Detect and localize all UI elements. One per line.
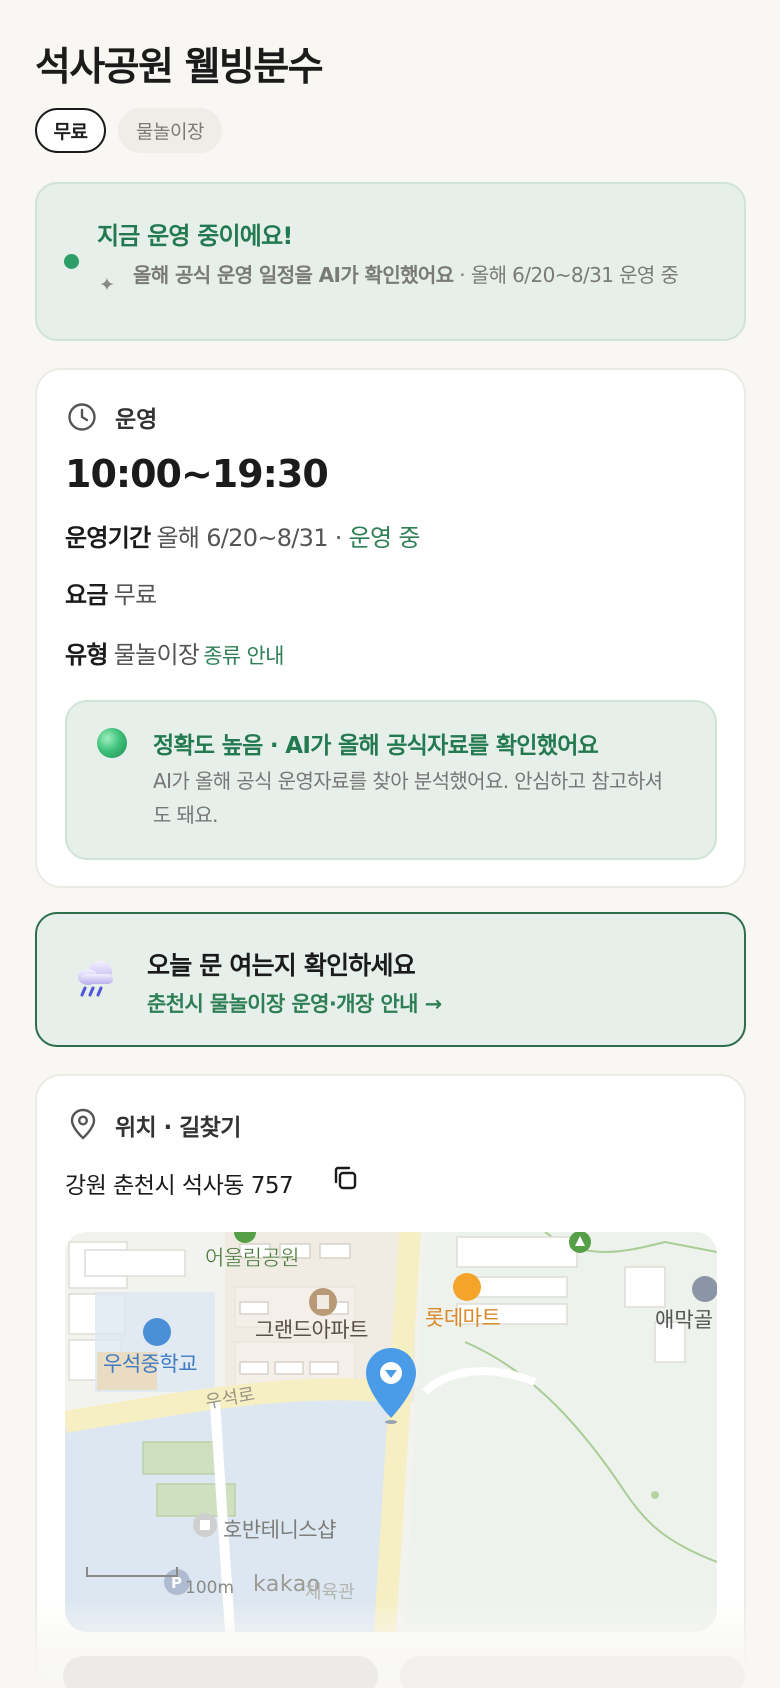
accuracy-box: 정확도 높음 · AI가 올해 공식자료를 확인했어요 AI가 올해 공식 운영…	[65, 700, 717, 860]
fee-value: 무료	[113, 581, 157, 609]
location-card: 위치 · 길찾기 강원 춘천시 석사동 757 P 어울림공원 그랜드아파트 롯…	[35, 1074, 746, 1688]
address-text: 강원 춘천시 석사동 757	[65, 1173, 294, 1199]
notice-title: 오늘 문 여는지 확인하세요	[147, 951, 416, 980]
status-sub-rest: · 올해 6/20~8/31 운영 중	[453, 263, 679, 287]
accuracy-body: AI가 올해 공식 운영자료를 찾아 분석했어요. 안심하고 참고하셔도 돼요.	[153, 769, 663, 827]
status-dot-icon	[64, 254, 79, 269]
status-card: 지금 운영 중이에요! ✦ 올해 공식 운영 일정을 AI가 확인했어요 · 올…	[35, 182, 746, 341]
notice-link[interactable]: 춘천시 물놀이장 운영·개장 안내 →	[147, 988, 442, 1018]
location-label: 위치 · 길찾기	[115, 1115, 241, 1141]
type-value: 물놀이장	[113, 641, 200, 669]
fee-chip[interactable]: 무료	[35, 108, 106, 153]
bottom-action-left[interactable]	[63, 1656, 378, 1688]
copy-icon[interactable]	[331, 1164, 359, 1192]
period-value: 올해 6/20~8/31 ·	[156, 524, 343, 552]
operation-card: 운영 10:00~19:30 운영기간 올해 6/20~8/31 · 운영 중 요…	[35, 368, 746, 888]
location-map[interactable]: P 어울림공원 그랜드아파트 롯데마트 우석중학교 우석로 호반테니스샵 애막골…	[65, 1232, 717, 1632]
status-title: 지금 운영 중이에요!	[97, 222, 293, 250]
page-title: 석사공원 웰빙분수	[35, 45, 324, 90]
type-row: 유형 물놀이장 종류 안내	[65, 635, 284, 670]
period-status: 운영 중	[348, 524, 421, 552]
fee-row: 요금 무료	[65, 575, 157, 610]
map-canvas[interactable]: P	[65, 1232, 717, 1632]
clock-icon	[68, 403, 96, 431]
status-subtitle: 올해 공식 운영 일정을 AI가 확인했어요 · 올해 6/20~8/31 운영…	[133, 261, 733, 289]
rain-cloud-icon	[78, 961, 113, 997]
type-label: 유형	[65, 641, 108, 669]
accuracy-title: 정확도 높음 · AI가 올해 공식자료를 확인했어요	[153, 733, 599, 759]
open-notice-card[interactable]: 오늘 문 여는지 확인하세요 춘천시 물놀이장 운영·개장 안내 →	[35, 912, 746, 1047]
location-pin-icon	[70, 1108, 96, 1140]
status-sub-bold: 올해 공식 운영 일정을 AI가 확인했어요	[133, 263, 454, 287]
operation-label: 운영	[115, 407, 158, 433]
map-label-apartment: 그랜드아파트	[255, 1318, 368, 1342]
map-label-school: 우석중학교	[103, 1352, 198, 1376]
period-label: 운영기간	[65, 524, 151, 552]
map-label-mart: 롯데마트	[425, 1306, 501, 1330]
map-label-tennis: 호반테니스샵	[223, 1518, 336, 1542]
bottom-action-right[interactable]	[400, 1656, 745, 1688]
map-label-park: 어울림공원	[205, 1246, 300, 1270]
fee-label: 요금	[65, 581, 108, 609]
map-scale-label: 100m	[185, 1578, 235, 1598]
accuracy-orb-icon	[97, 728, 127, 758]
map-label-right-edge: 애막골	[655, 1308, 713, 1332]
period-row: 운영기간 올해 6/20~8/31 · 운영 중	[65, 518, 420, 553]
type-chip[interactable]: 물놀이장	[118, 108, 222, 153]
page: 석사공원 웰빙분수 무료 물놀이장 지금 운영 중이에요! ✦ 올해 공식 운영…	[0, 0, 780, 1688]
sparkle-icon: ✦	[99, 274, 115, 296]
operating-hours: 10:00~19:30	[65, 452, 329, 496]
type-guide-link[interactable]: 종류 안내	[203, 644, 284, 668]
